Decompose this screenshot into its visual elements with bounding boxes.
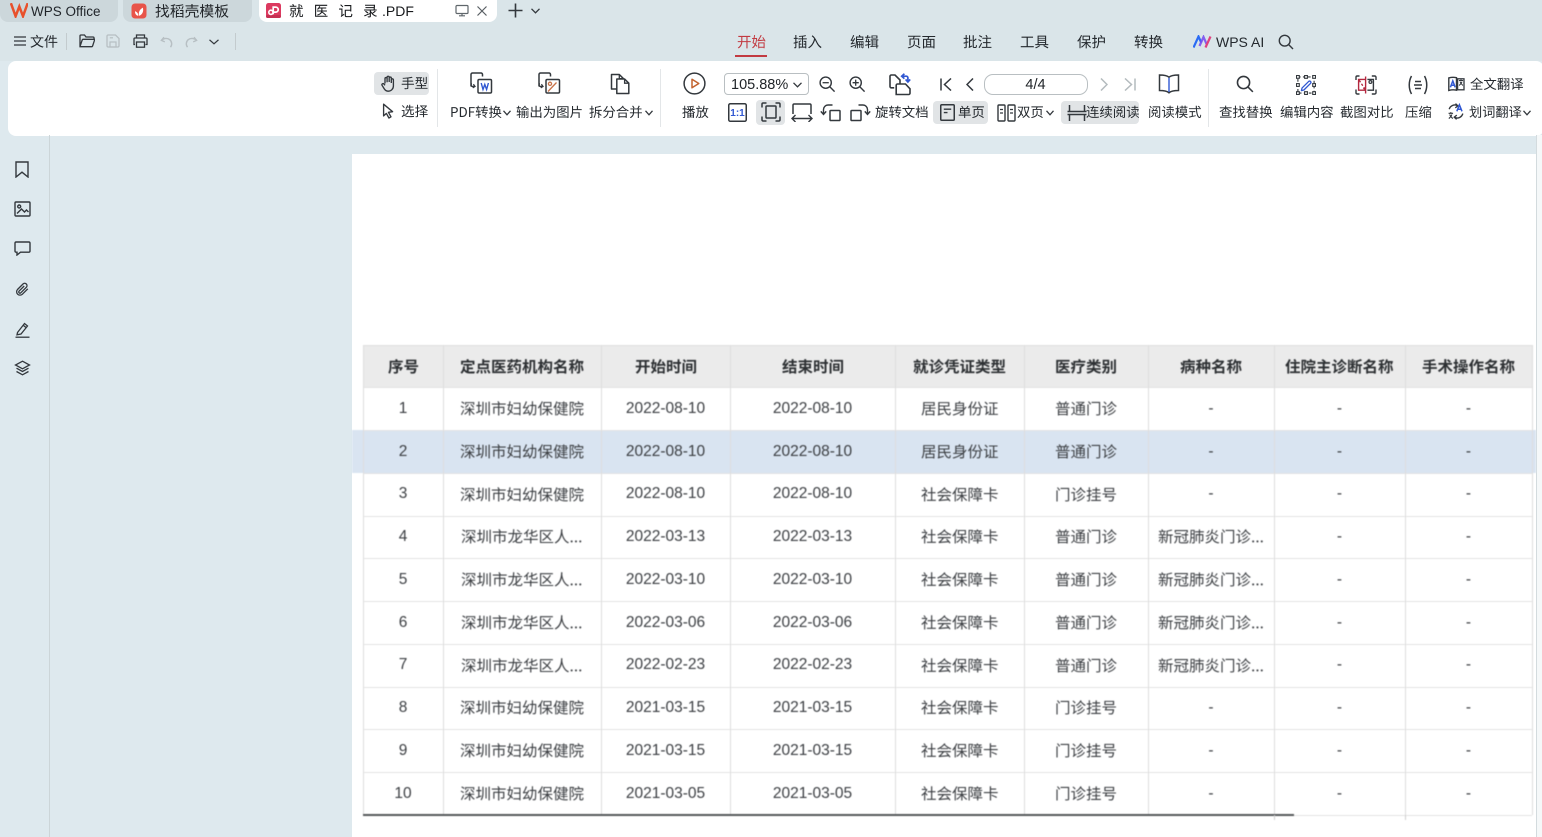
svg-text:1:1: 1:1 (730, 108, 745, 119)
